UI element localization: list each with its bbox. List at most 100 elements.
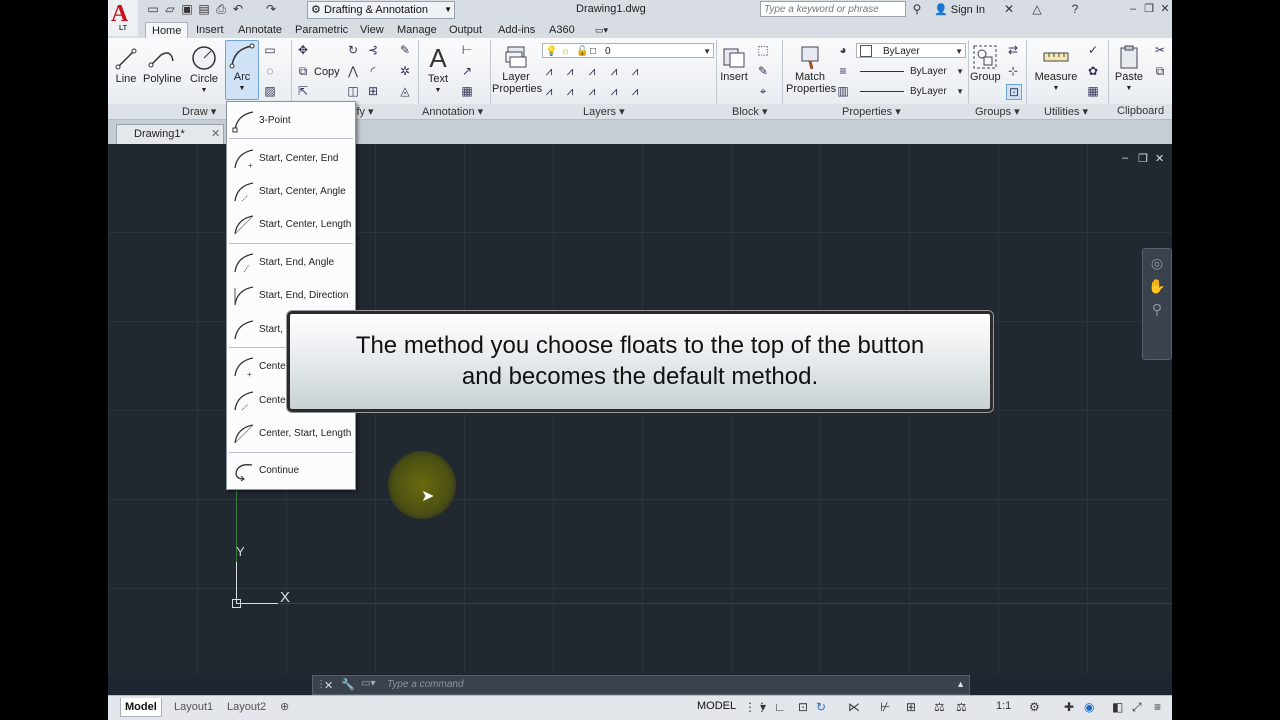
tab-view[interactable]: View [360, 22, 384, 38]
transparency-icon[interactable]: ▥ [836, 84, 850, 98]
edit-block-icon[interactable]: ✎ [756, 64, 770, 78]
layer-tool-icon[interactable]: ⩘ [607, 84, 621, 98]
group-button[interactable]: Group [970, 43, 1001, 83]
color-dropdown[interactable]: ByLayer ▼ [856, 43, 966, 58]
scale-icon[interactable]: ◫ [346, 84, 360, 98]
command-prompt-icon[interactable]: ▭▾ [361, 678, 375, 689]
tab-layout1[interactable]: Layout1 [170, 698, 217, 716]
panel-layers[interactable]: Layers ▾ [583, 105, 625, 118]
panel-block[interactable]: Block ▾ [732, 105, 767, 118]
add-layout-icon[interactable]: ⊕ [276, 698, 293, 716]
tab-a360[interactable]: A360 [549, 22, 575, 38]
exchange-icon[interactable]: ✕ [1002, 2, 1016, 16]
tab-annotate[interactable]: Annotate [238, 22, 282, 38]
tab-output[interactable]: Output [449, 22, 482, 38]
stretch-icon[interactable]: ⇱ [296, 84, 310, 98]
match-properties-button[interactable]: Match Properties [786, 43, 836, 95]
customize-icon[interactable]: ≡ [1154, 700, 1161, 714]
array-icon[interactable]: ⊞ [366, 84, 380, 98]
new-icon[interactable]: ▭ [146, 2, 160, 16]
panel-groups[interactable]: Groups ▾ [975, 105, 1020, 118]
table-icon[interactable]: ▦ [460, 84, 474, 98]
layer-properties-button[interactable]: Layer Properties [492, 43, 542, 95]
gradient-icon[interactable]: ▨ [263, 84, 277, 98]
close-icon[interactable]: ✕ [1158, 2, 1172, 16]
tab-home[interactable]: Home [145, 22, 189, 39]
trim-icon[interactable]: ⊰ [366, 43, 380, 57]
close-icon[interactable]: ✕ [324, 679, 333, 692]
open-icon[interactable]: ▱ [163, 2, 177, 16]
panel-modify[interactable]: ify ▾ [354, 105, 374, 118]
annotation-scale[interactable]: 1:1 [996, 700, 1011, 712]
offset-icon[interactable]: ◬ [398, 84, 412, 98]
selection-cycling-icon[interactable]: ⊞ [906, 700, 916, 714]
snap-icon[interactable]: ▾ [760, 700, 766, 714]
calculator-icon[interactable]: ▦ [1086, 84, 1100, 98]
close-icon[interactable]: ✕ [211, 127, 220, 140]
insert-button[interactable]: Insert [719, 43, 749, 83]
polyline-button[interactable]: Polyline [143, 43, 182, 85]
layer-tool-icon[interactable]: ⩘ [585, 64, 599, 78]
save-icon[interactable]: ▣ [180, 2, 194, 16]
infer-icon[interactable]: ∟ [774, 700, 786, 714]
group-select-icon[interactable]: ⊡ [1006, 84, 1022, 100]
text-button[interactable]: A Text ▼ [424, 43, 452, 97]
tab-overflow-icon[interactable]: ▭▾ [595, 22, 608, 38]
undo-icon[interactable]: ↶ [231, 2, 245, 16]
wrench-icon[interactable]: 🔧 [341, 678, 355, 691]
binoculars-icon[interactable]: ⚲ [910, 2, 924, 16]
panel-clipboard[interactable]: Clipboard [1117, 105, 1164, 117]
hatch-icon[interactable]: ◌ [263, 64, 277, 78]
save-as-icon[interactable]: ▤ [197, 2, 211, 16]
color-wheel-icon[interactable]: ◕ [836, 43, 850, 57]
ungroup-icon[interactable]: ⇄ [1006, 43, 1020, 57]
panel-annotation[interactable]: Annotation ▾ [422, 105, 483, 118]
layer-tool-icon[interactable]: ⩘ [607, 64, 621, 78]
command-input[interactable]: Type a command [387, 679, 464, 690]
menu-item-center-start-length[interactable]: Center, Start, Length [227, 418, 355, 448]
lineweight-dropdown[interactable]: ByLayer ▼ [856, 84, 966, 99]
isolate-icon[interactable]: ◉ [1084, 700, 1094, 714]
copy-clip-icon[interactable]: ⧉ [1153, 64, 1167, 78]
quick-select-icon[interactable]: ✓ [1086, 43, 1100, 57]
group-edit-icon[interactable]: ⊹ [1006, 64, 1020, 78]
lineweight-toggle-icon[interactable]: ⊬ [880, 700, 890, 714]
app-menu-button[interactable]: A LT [108, 0, 138, 36]
rotate-icon[interactable]: ↻ [346, 43, 360, 57]
layer-tool-icon[interactable]: ⩘ [542, 64, 556, 78]
attribute-icon[interactable]: ⌖ [756, 84, 770, 98]
tab-parametric[interactable]: Parametric [295, 22, 348, 38]
menu-item-continue[interactable]: Continue [227, 455, 355, 485]
fillet-icon[interactable]: ◜ [366, 64, 380, 78]
workspace-selector[interactable]: ⚙ Drafting & Annotation ▼ [307, 1, 455, 19]
viewport-minimize-icon[interactable]: – [1122, 152, 1128, 164]
layer-tool-icon[interactable]: ⩘ [628, 64, 642, 78]
menu-item-start-center-length[interactable]: Start, Center, Length [227, 209, 355, 239]
linetype-dropdown[interactable]: ByLayer ▼ [856, 64, 966, 79]
hardware-accel-icon[interactable]: ◧ [1112, 700, 1123, 714]
auto-scale-icon[interactable]: ⚖ [956, 700, 967, 714]
panel-properties[interactable]: Properties ▾ [842, 105, 901, 118]
steering-wheel-icon[interactable]: ◎ [1143, 255, 1171, 272]
layer-tool-icon[interactable]: ⩘ [542, 84, 556, 98]
restore-icon[interactable]: ❐ [1142, 2, 1156, 16]
mirror-icon[interactable]: ⋀ [346, 64, 360, 78]
dimension-icon[interactable]: ⊢ [460, 43, 474, 57]
lineweight-icon[interactable]: ≡ [836, 64, 850, 78]
menu-item-start-center-end[interactable]: + Start, Center, End [227, 143, 355, 173]
help-icon[interactable]: ? [1068, 2, 1082, 16]
rectangle-icon[interactable]: ▭ [263, 43, 277, 57]
gear-icon[interactable]: ⚙ [1029, 700, 1040, 714]
menu-item-start-center-angle[interactable]: Start, Center, Angle [227, 176, 355, 206]
chevron-up-icon[interactable]: ▲ [956, 679, 965, 689]
create-block-icon[interactable]: ⬚ [756, 43, 770, 57]
layer-tool-icon[interactable]: ⩘ [563, 64, 577, 78]
menu-item-start-end-direction[interactable]: Start, End, Direction [227, 280, 355, 310]
tab-insert[interactable]: Insert [196, 22, 224, 38]
minimize-icon[interactable]: – [1126, 2, 1140, 16]
point-style-icon[interactable]: ✿ [1086, 64, 1100, 78]
copy-icon[interactable]: ⧉ [296, 64, 310, 78]
pan-icon[interactable]: ✋ [1143, 278, 1171, 295]
copy-label[interactable]: Copy [314, 66, 340, 78]
polar-icon[interactable]: ↻ [816, 700, 826, 714]
